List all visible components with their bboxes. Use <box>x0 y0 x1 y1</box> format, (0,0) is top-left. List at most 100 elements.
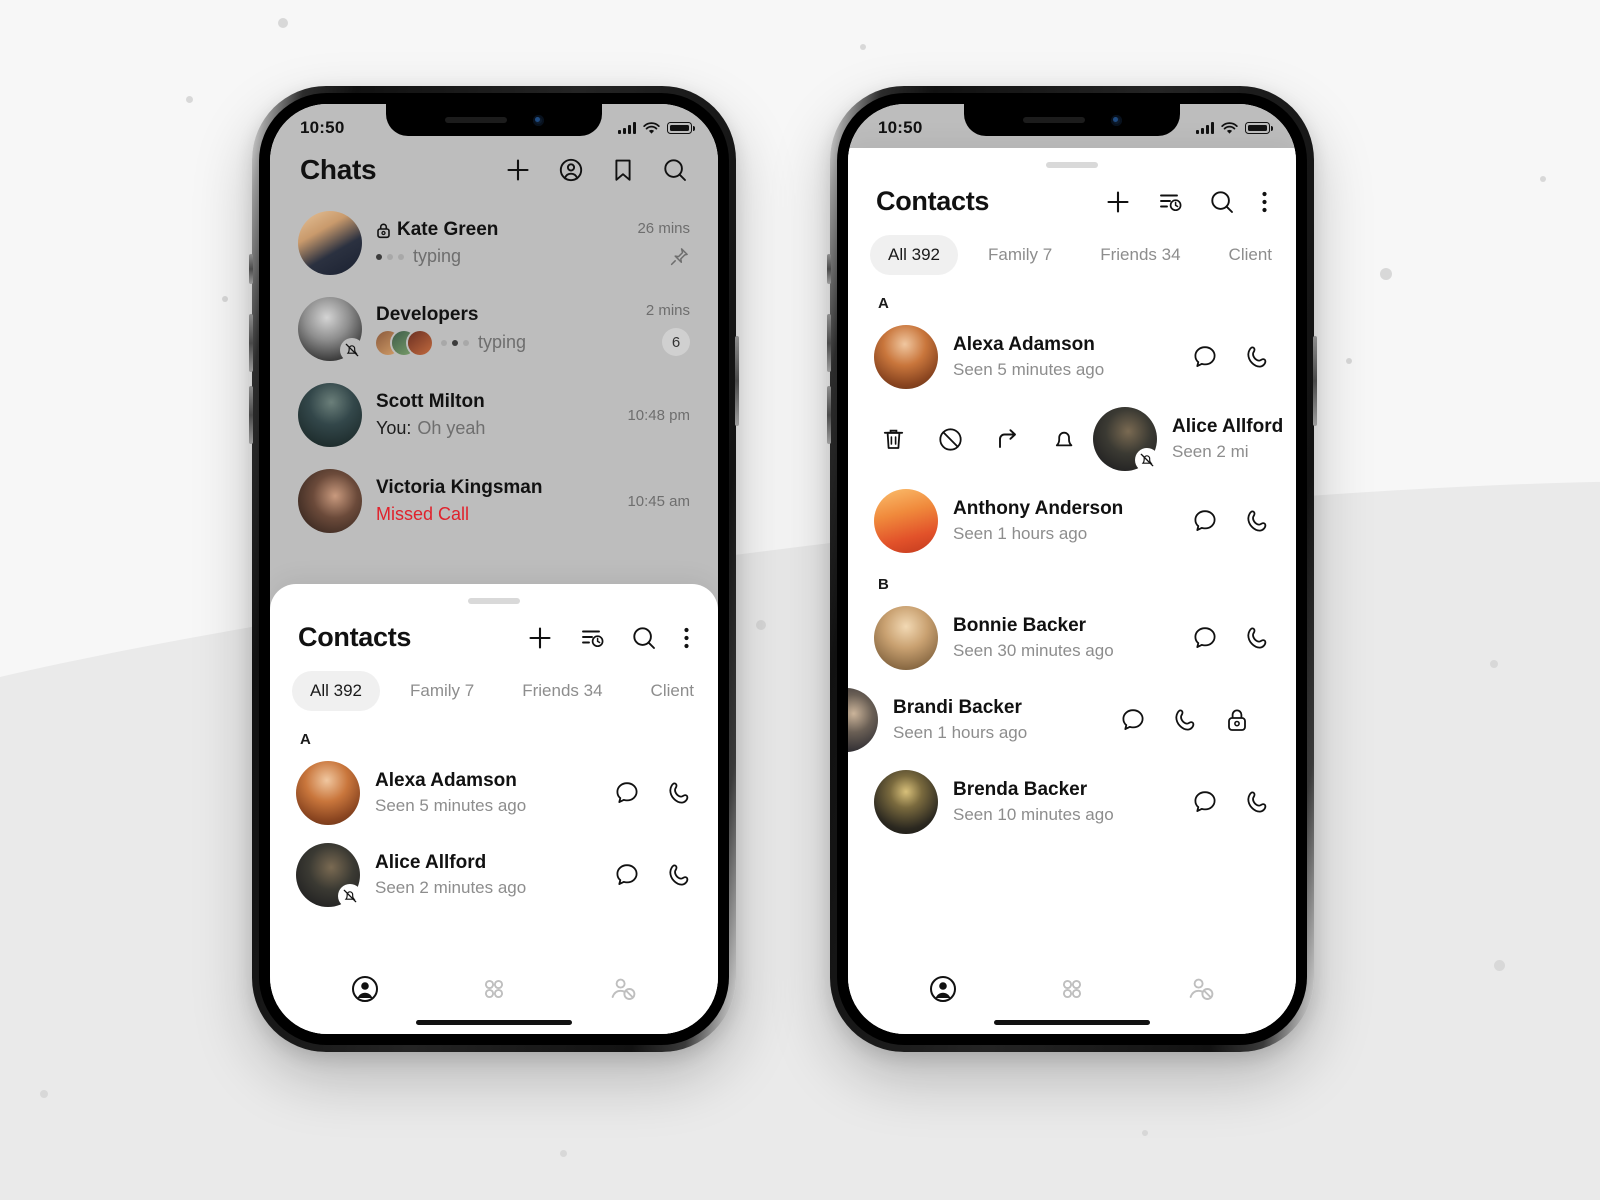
tab-friends[interactable]: Friends 34 <box>1082 235 1198 275</box>
contact-list-item[interactable]: Alice Allford Seen 2 minutes ago <box>270 834 718 916</box>
nav-contacts[interactable] <box>350 974 380 1004</box>
call-icon[interactable] <box>666 780 692 806</box>
section-letter: B <box>878 576 889 593</box>
call-icon[interactable] <box>1244 625 1270 651</box>
forward-icon[interactable] <box>994 426 1021 453</box>
message-icon[interactable] <box>1192 625 1218 651</box>
avatar <box>298 297 364 362</box>
tab-all[interactable]: All 392 <box>292 671 380 711</box>
message-icon[interactable] <box>1192 508 1218 534</box>
mute-switch[interactable] <box>827 254 831 284</box>
call-icon[interactable] <box>1172 707 1198 733</box>
tab-family[interactable]: Family 7 <box>392 671 492 711</box>
tab-client[interactable]: Client <box>633 671 712 711</box>
contact-list-item[interactable]: Brenda Backer Seen 10 minutes ago <box>848 761 1296 843</box>
contact-list-item[interactable]: Alexa Adamson Seen 5 minutes ago <box>848 316 1296 398</box>
bottom-navigation <box>848 958 1296 1004</box>
contact-status: Seen 2 mi <box>1172 442 1249 461</box>
bg-dot <box>1142 1130 1148 1136</box>
plus-icon[interactable] <box>527 625 553 651</box>
chat-list-item[interactable]: Kate Green typing 26 mins <box>270 200 718 286</box>
plus-icon[interactable] <box>505 157 531 183</box>
nav-apps[interactable] <box>1057 974 1087 1004</box>
search-icon[interactable] <box>662 157 688 183</box>
chat-name-row: Scott Milton <box>376 391 613 413</box>
volume-up-button[interactable] <box>249 314 253 372</box>
phone-device-2: 10:50 Contacts All 392 Family 7 Friends … <box>827 86 1317 1052</box>
call-icon[interactable] <box>666 862 692 888</box>
bookmark-icon[interactable] <box>611 157 635 183</box>
tab-friends[interactable]: Friends 34 <box>504 671 620 711</box>
chat-time: 26 mins <box>637 219 690 237</box>
avatar <box>296 843 362 908</box>
device-notch <box>386 104 602 136</box>
bg-dot <box>1346 358 1352 364</box>
lock-icon <box>376 222 391 239</box>
nav-contacts[interactable] <box>928 974 958 1004</box>
contact-name: Alexa Adamson <box>375 770 517 791</box>
message-icon[interactable] <box>1120 707 1146 733</box>
notification-icon[interactable] <box>1051 426 1078 453</box>
phone-device-1: 10:50 Chats Kate Green typing 26 mins De… <box>249 86 739 1052</box>
call-icon[interactable] <box>1244 344 1270 370</box>
block-icon[interactable] <box>937 426 964 453</box>
bg-dot <box>186 96 193 103</box>
message-icon[interactable] <box>614 780 640 806</box>
nav-blocked[interactable] <box>1186 974 1216 1004</box>
call-icon[interactable] <box>1244 789 1270 815</box>
delete-icon[interactable] <box>880 426 907 453</box>
cellular-bars-icon <box>1196 122 1214 134</box>
plus-icon[interactable] <box>1105 189 1131 215</box>
mute-badge-icon <box>338 884 362 908</box>
nav-apps[interactable] <box>479 974 509 1004</box>
tab-family[interactable]: Family 7 <box>970 235 1070 275</box>
contact-list-item[interactable]: Anthony Anderson Seen 1 hours ago <box>848 480 1296 562</box>
chat-title: Scott Milton <box>376 391 485 412</box>
call-icon[interactable] <box>1244 508 1270 534</box>
contact-list-item-swiped[interactable]: Brandi Backer Seen 1 hours ago <box>848 679 1296 761</box>
volume-down-button[interactable] <box>249 386 253 444</box>
bg-dot <box>560 1150 567 1157</box>
wifi-icon <box>643 121 660 135</box>
message-icon[interactable] <box>1192 789 1218 815</box>
page-title: Contacts <box>876 186 990 216</box>
contact-list-item-swiped[interactable]: Alice Allford Seen 2 mi <box>848 398 1296 480</box>
filter-clock-icon[interactable] <box>579 625 605 651</box>
contact-list-item[interactable]: Bonnie Backer Seen 30 minutes ago <box>848 597 1296 679</box>
chat-subtitle: typing <box>376 246 623 267</box>
avatar <box>874 606 938 670</box>
power-button[interactable] <box>1313 336 1317 426</box>
search-icon[interactable] <box>1209 189 1235 215</box>
chat-subtitle: You: Oh yeah <box>376 418 613 439</box>
user-circle-icon[interactable] <box>558 157 584 183</box>
screenshot-stage: 10:50 Chats Kate Green typing 26 mins De… <box>0 0 1600 1200</box>
message-icon[interactable] <box>614 862 640 888</box>
three-dots-vertical-icon[interactable] <box>683 625 690 651</box>
chat-list-item[interactable]: Victoria Kingsman Missed Call 10:45 am <box>270 458 718 544</box>
bg-dot <box>756 620 766 630</box>
contact-list-item[interactable]: Alexa Adamson Seen 5 minutes ago <box>270 752 718 834</box>
contact-status: Seen 5 minutes ago <box>375 796 527 815</box>
tab-client[interactable]: Client <box>1211 235 1290 275</box>
chat-list-item[interactable]: Developers typing 2 mins 6 <box>270 286 718 372</box>
volume-up-button[interactable] <box>827 314 831 372</box>
search-icon[interactable] <box>631 625 657 651</box>
tab-all[interactable]: All 392 <box>870 235 958 275</box>
swipe-action-group <box>874 426 1078 453</box>
front-camera <box>532 114 544 126</box>
contact-status: Seen 1 hours ago <box>953 524 1088 543</box>
chat-list-item[interactable]: Scott Milton You: Oh yeah 10:48 pm <box>270 372 718 458</box>
chat-name-row: Kate Green <box>376 219 623 241</box>
chat-name-row: Victoria Kingsman <box>376 477 613 499</box>
three-dots-vertical-icon[interactable] <box>1261 189 1268 215</box>
typing-dots-icon <box>441 339 469 346</box>
filter-clock-icon[interactable] <box>1157 189 1183 215</box>
nav-blocked[interactable] <box>608 974 638 1004</box>
volume-down-button[interactable] <box>827 386 831 444</box>
mute-switch[interactable] <box>249 254 253 284</box>
contact-name: Brenda Backer <box>953 779 1088 800</box>
power-button[interactable] <box>735 336 739 426</box>
message-icon[interactable] <box>1192 344 1218 370</box>
lock-icon[interactable] <box>1224 707 1250 733</box>
page-title: Contacts <box>298 622 412 652</box>
